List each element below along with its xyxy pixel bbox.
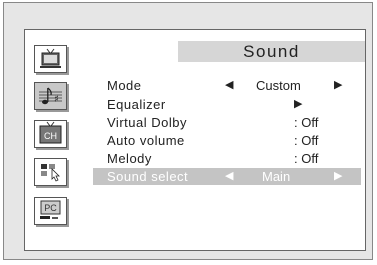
picture-tv-icon[interactable]: [34, 45, 67, 73]
menu-title: Sound: [243, 42, 300, 61]
menu-title-bar: Sound: [178, 41, 365, 62]
menu-item-equalizer[interactable]: Equalizer ▶: [93, 96, 361, 113]
sound-select-value: Main: [262, 169, 291, 184]
menu-sidebar: ♯ CH PC: [25, 30, 83, 250]
menu-item-sound-select[interactable]: Sound select ◀ Main ▶: [93, 168, 361, 185]
channel-icon[interactable]: CH: [34, 120, 67, 148]
menu-item-label: Sound select: [107, 169, 189, 184]
osd-panel: ♯ CH PC Sound Mode ◀ Custom ▶ Equalizer …: [24, 29, 366, 251]
sound-menu: Sound Mode ◀ Custom ▶ Equalizer ▶ Virtua…: [83, 30, 365, 250]
melody-value: : Off: [294, 151, 319, 166]
menu-item-label: Virtual Dolby: [107, 115, 187, 130]
auto-volume-value: : Off: [294, 133, 319, 148]
svg-text:♯: ♯: [54, 94, 59, 105]
menu-item-label: Mode: [107, 78, 142, 93]
right-arrow-icon[interactable]: ▶: [334, 78, 342, 91]
menu-item-mode[interactable]: Mode ◀ Custom ▶: [93, 77, 361, 94]
setup-icon[interactable]: [34, 158, 67, 186]
svg-text:CH: CH: [44, 131, 57, 141]
pc-icon[interactable]: PC: [34, 197, 67, 225]
menu-item-label: Auto volume: [107, 133, 185, 148]
window-frame: ♯ CH PC Sound Mode ◀ Custom ▶ Equalizer …: [3, 2, 373, 260]
right-arrow-icon[interactable]: ▶: [294, 97, 302, 110]
left-arrow-icon[interactable]: ◀: [225, 78, 233, 91]
virtual-dolby-value: : Off: [294, 115, 319, 130]
menu-item-label: Melody: [107, 151, 152, 166]
menu-item-auto-volume[interactable]: Auto volume : Off: [93, 132, 361, 149]
right-arrow-icon[interactable]: ▶: [334, 169, 342, 182]
sound-note-icon[interactable]: ♯: [34, 82, 67, 110]
menu-item-virtual-dolby[interactable]: Virtual Dolby : Off: [93, 114, 361, 131]
menu-item-label: Equalizer: [107, 97, 166, 112]
svg-text:PC: PC: [44, 203, 57, 213]
mode-value: Custom: [256, 78, 301, 93]
left-arrow-icon[interactable]: ◀: [225, 169, 233, 182]
menu-item-melody[interactable]: Melody : Off: [93, 150, 361, 167]
